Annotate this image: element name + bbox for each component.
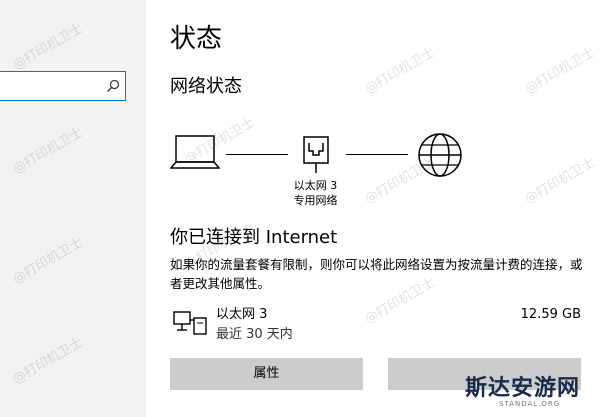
laptop-icon	[170, 135, 220, 169]
adapter-name: 以太网 3	[293, 179, 338, 192]
search-input[interactable]	[0, 71, 126, 101]
adapter-label: 以太网 3 专用网络	[278, 178, 353, 208]
search-icon	[107, 79, 120, 92]
network-type: 专用网络	[293, 194, 338, 207]
usage-period: 最近 30 天内	[216, 327, 293, 342]
sidebar	[0, 0, 146, 417]
connection-status-heading: 你已连接到 Internet	[170, 227, 338, 248]
ethernet-icon	[303, 136, 329, 173]
network-diagram: 以太网 3 专用网络	[146, 120, 600, 220]
ethernet-pc-icon	[173, 311, 207, 335]
connection-line	[346, 154, 408, 155]
connection-line	[226, 154, 288, 155]
section-title: 网络状态	[170, 76, 242, 97]
globe-icon	[418, 133, 462, 177]
properties-button[interactable]: 属性	[170, 358, 363, 390]
usage-adapter-name: 以太网 3	[216, 307, 268, 322]
data-usage-button[interactable]	[388, 358, 581, 390]
page-title: 状态	[170, 24, 223, 54]
usage-amount: 12.59 GB	[520, 307, 581, 322]
connection-status-description: 如果你的流量套餐有限制，则你可以将此网络设置为按流量计费的连接，或者更改其他属性…	[170, 257, 583, 291]
data-usage-row[interactable]: 以太网 3 最近 30 天内 12.59 GB	[170, 304, 590, 348]
main-content: 状态 网络状态 以太网 3 专用网络 你已连接到 Internet 如果你的流量…	[146, 0, 600, 417]
